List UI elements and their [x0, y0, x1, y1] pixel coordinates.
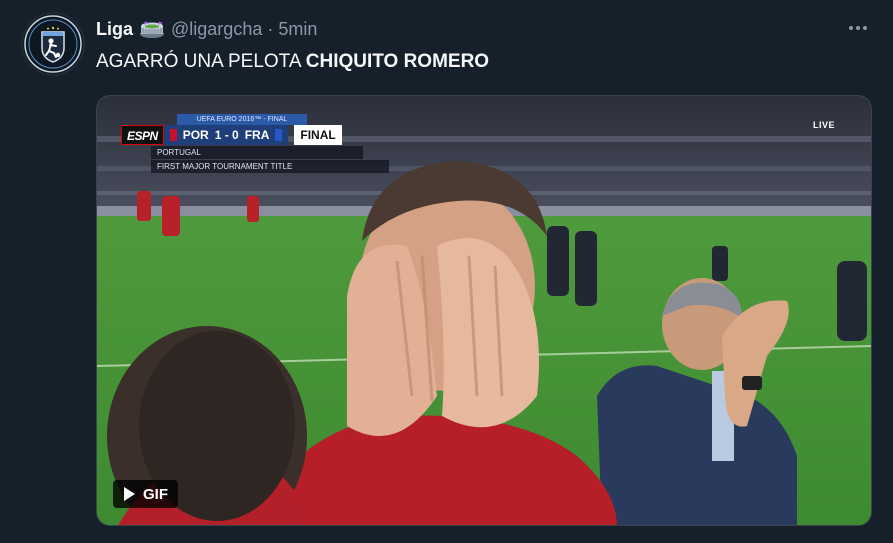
stadium-icon	[140, 21, 165, 38]
team-away: FRA	[244, 128, 270, 142]
more-options-icon[interactable]	[845, 18, 871, 38]
timestamp[interactable]: 5min	[278, 19, 317, 40]
display-name[interactable]: Liga	[96, 19, 133, 40]
handle[interactable]: @ligargcha	[171, 19, 262, 40]
tweet-text: AGARRÓ UNA PELOTA CHIQUITO ROMERO	[96, 50, 489, 74]
match-status: FINAL	[294, 125, 342, 145]
gif-label: GIF	[143, 485, 168, 503]
team-home: POR	[182, 128, 209, 142]
avatar[interactable]	[23, 14, 83, 74]
scorebug-line-2: FIRST MAJOR TOURNAMENT TITLE	[151, 160, 389, 173]
tweet-text-bold[interactable]: CHIQUITO ROMERO	[306, 51, 489, 72]
separator-dot: ·	[267, 18, 274, 39]
flag-france-icon	[275, 129, 283, 141]
play-icon[interactable]	[124, 487, 135, 501]
scorebug-line-1: PORTUGAL	[151, 146, 363, 159]
live-label: LIVE	[812, 120, 835, 130]
tweet-header: Liga @ligargcha · 5min	[96, 17, 317, 41]
media-gif[interactable]: UEFA EURO 2016™ - FINAL ESPN POR 1 - 0 F…	[96, 95, 872, 526]
scorebug-main: ESPN POR 1 - 0 FRA FINAL	[121, 125, 342, 145]
broadcaster-logo: ESPN	[121, 125, 164, 145]
gif-badge[interactable]: GIF	[113, 480, 178, 508]
tweet-text-plain: AGARRÓ UNA PELOTA	[96, 51, 306, 72]
league-logo-icon	[24, 15, 82, 73]
flag-portugal-icon	[169, 129, 177, 141]
score: 1 - 0	[214, 128, 239, 142]
tweet: Liga @ligargcha · 5min AGARRÓ UNA PELOTA…	[0, 0, 893, 543]
scorebug-tournament: UEFA EURO 2016™ - FINAL	[177, 114, 307, 125]
scorebug-score-row: POR 1 - 0 FRA	[163, 125, 289, 145]
